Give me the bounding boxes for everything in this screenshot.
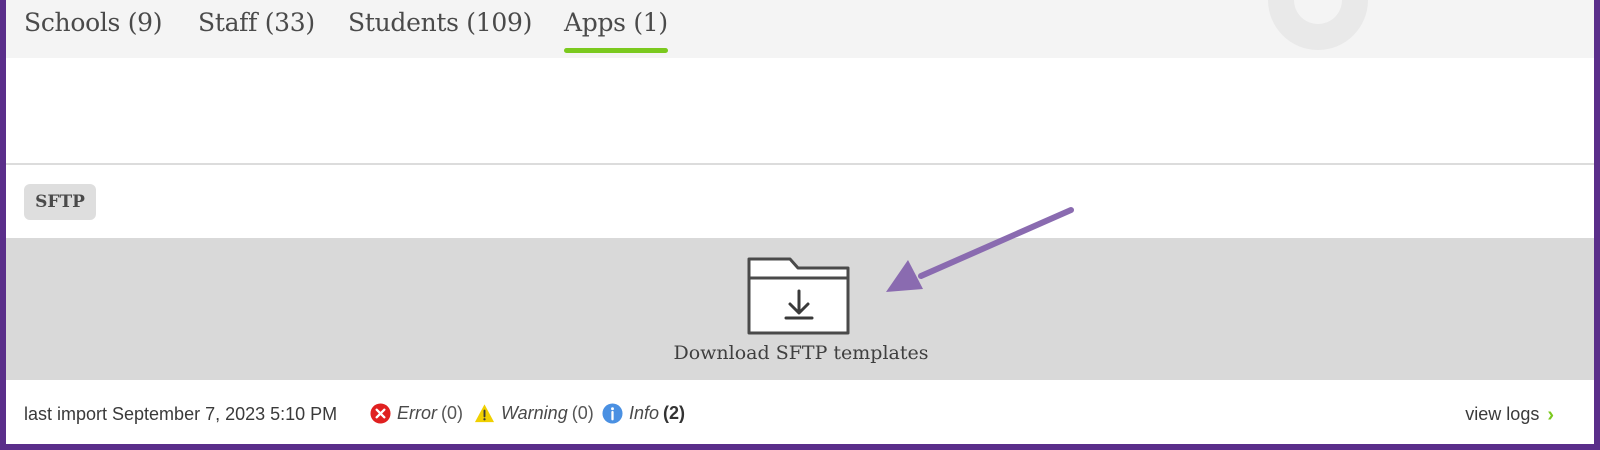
last-import-text: last import September 7, 2023 5:10 PM: [24, 404, 338, 424]
annotation-arrow-icon: [886, 207, 1074, 292]
tab-bar: Schools (9) Staff (33) Students (109) Ap…: [6, 0, 1594, 58]
import-footer: last import September 7, 2023 5:10 PM Er…: [6, 380, 1594, 444]
section-divider: [6, 163, 1594, 165]
info-status[interactable]: Info (2): [602, 402, 685, 424]
tab-apps[interactable]: Apps (1): [564, 8, 668, 56]
decorative-shape: [1268, 0, 1368, 50]
download-label: Download SFTP templates: [673, 342, 929, 364]
info-label: Info: [629, 402, 660, 423]
tab-staff[interactable]: Staff (33): [198, 8, 315, 56]
download-area: Download SFTP templates: [6, 238, 1594, 380]
warning-count: (0): [571, 402, 594, 423]
info-icon: [602, 402, 623, 424]
error-count: (0): [441, 402, 463, 423]
warning-label: Warning: [501, 402, 568, 423]
sftp-badge: SFTP: [24, 184, 96, 220]
error-status[interactable]: Error (0): [370, 402, 463, 424]
warning-icon: [474, 403, 495, 422]
app-frame: Schools (9) Staff (33) Students (109) Ap…: [6, 0, 1594, 444]
error-icon: [370, 402, 391, 424]
view-logs-link[interactable]: view logs ›: [1465, 404, 1554, 425]
tab-students[interactable]: Students (109): [348, 8, 532, 56]
view-logs-label: view logs: [1465, 404, 1540, 424]
chevron-right-icon: ›: [1547, 403, 1554, 426]
folder-download-icon: [747, 257, 850, 335]
info-count: (2): [663, 402, 686, 423]
tab-schools[interactable]: Schools (9): [24, 8, 163, 56]
warning-status[interactable]: Warning (0): [474, 402, 594, 424]
error-label: Error: [397, 402, 437, 423]
